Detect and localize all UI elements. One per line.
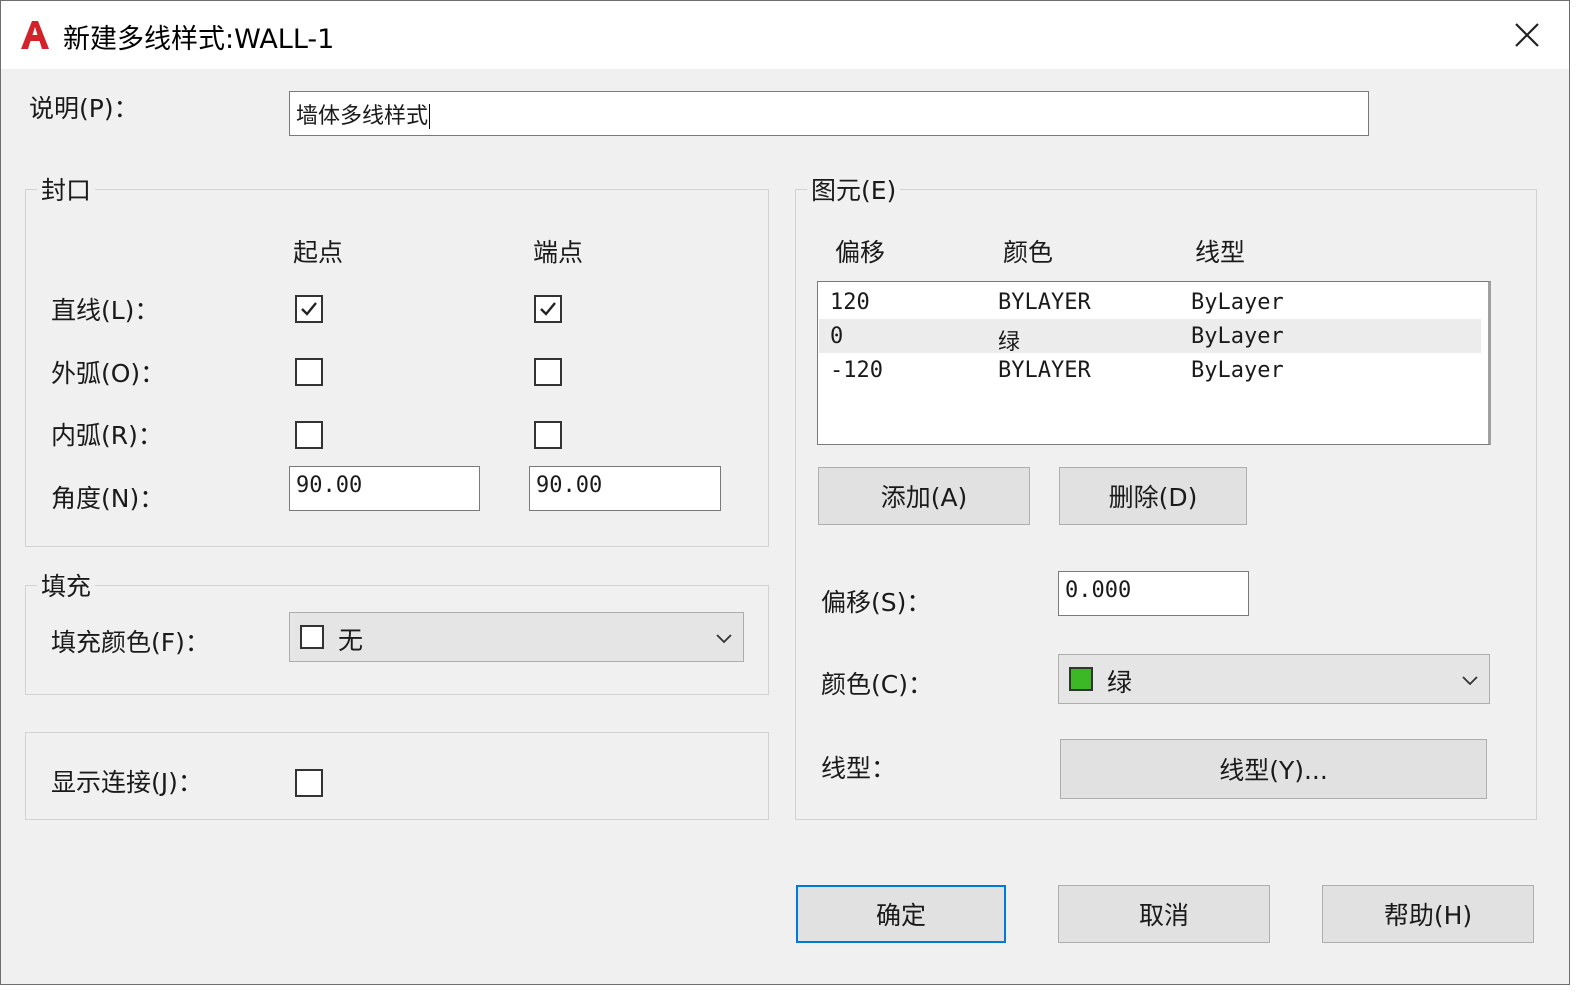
fill-color-label: 填充颜色(F)：	[51, 628, 210, 657]
description-label: 说明(P)：	[29, 94, 139, 123]
elements-header-offset[interactable]: 偏移	[835, 233, 885, 269]
angle-label: 角度(N)：	[51, 484, 165, 513]
cancel-button[interactable]: 取消	[1058, 885, 1270, 943]
add-element-button[interactable]: 添加(A)	[818, 467, 1030, 525]
element-color-value: 绿	[1107, 668, 1133, 697]
angle-end-value: 90.00	[536, 473, 603, 498]
element-color-label: 颜色(C)：	[821, 670, 933, 699]
line-caps-label: 直线(L)：	[51, 296, 160, 325]
line-end-checkbox[interactable]	[534, 295, 562, 323]
delete-element-button[interactable]: 删除(D)	[1059, 467, 1247, 525]
element-color: BYLAYER	[998, 290, 1091, 315]
inner-arc-end-checkbox[interactable]	[534, 421, 562, 449]
caps-end-header: 端点	[533, 238, 584, 267]
element-linetype-label: 线型：	[821, 754, 897, 783]
fill-group-title: 填充	[37, 567, 96, 603]
angle-end-input[interactable]: 90.00	[529, 466, 721, 511]
elements-row[interactable]: -120 BYLAYER ByLayer	[819, 353, 1481, 387]
elements-row[interactable]: 120 BYLAYER ByLayer	[819, 285, 1481, 319]
element-offset: 120	[830, 290, 870, 315]
multiline-style-dialog: 新建多线样式:WALL-1 说明(P)： 墙体多线样式​ 封口 起点 端点 直线…	[0, 0, 1570, 985]
angle-start-value: 90.00	[296, 473, 363, 498]
element-color: 绿	[998, 330, 1021, 355]
elements-row-selected[interactable]: 0 绿 ByLayer	[819, 319, 1481, 355]
help-button[interactable]: 帮助(H)	[1322, 885, 1534, 943]
chevron-down-icon	[1462, 676, 1478, 686]
elements-header-linetype[interactable]: 线型	[1195, 233, 1245, 269]
checkmark-icon	[301, 302, 317, 316]
element-linetype: ByLayer	[1191, 324, 1284, 349]
fill-color-dropdown[interactable]: 无	[289, 612, 744, 662]
caps-group-title: 封口	[37, 171, 96, 207]
element-linetype: ByLayer	[1191, 358, 1284, 383]
element-color-dropdown[interactable]: 绿	[1058, 654, 1490, 704]
element-color-swatch	[1069, 667, 1093, 691]
element-color: BYLAYER	[998, 358, 1091, 383]
checkmark-icon	[540, 302, 556, 316]
text-caret: ​	[429, 104, 431, 129]
element-offset: 0	[830, 324, 844, 349]
fill-color-swatch	[300, 625, 324, 649]
ok-button[interactable]: 确定	[796, 885, 1006, 943]
inner-arc-start-checkbox[interactable]	[295, 421, 323, 449]
description-input[interactable]: 墙体多线样式​	[289, 91, 1369, 136]
elements-header-color[interactable]: 颜色	[1003, 233, 1053, 269]
line-start-checkbox[interactable]	[295, 295, 323, 323]
display-joints-checkbox[interactable]	[295, 769, 323, 797]
element-offset-input[interactable]: 0.000	[1058, 571, 1249, 616]
element-offset: -120	[830, 358, 883, 383]
angle-start-input[interactable]: 90.00	[289, 466, 480, 511]
element-offset-label: 偏移(S)：	[821, 588, 932, 617]
outer-arc-label: 外弧(O)：	[51, 359, 166, 388]
element-offset-value: 0.000	[1065, 578, 1132, 603]
caps-start-header: 起点	[293, 238, 344, 267]
inner-arc-label: 内弧(R)：	[51, 421, 163, 450]
display-joints-label: 显示连接(J)：	[51, 768, 203, 797]
close-icon[interactable]	[1507, 15, 1547, 55]
elements-list[interactable]: 120 BYLAYER ByLayer 0 绿 ByLayer -120 BYL…	[817, 281, 1491, 445]
outer-arc-end-checkbox[interactable]	[534, 358, 562, 386]
elements-group-title: 图元(E)	[807, 171, 901, 207]
title-bar: 新建多线样式:WALL-1	[1, 1, 1569, 69]
outer-arc-start-checkbox[interactable]	[295, 358, 323, 386]
autocad-logo-icon	[21, 21, 49, 49]
fill-color-value: 无	[338, 626, 364, 655]
chevron-down-icon	[716, 634, 732, 644]
element-linetype: ByLayer	[1191, 290, 1284, 315]
linetype-button[interactable]: 线型(Y)...	[1060, 739, 1487, 799]
description-value: 墙体多线样式	[296, 104, 429, 129]
window-title: 新建多线样式:WALL-1	[63, 24, 335, 55]
